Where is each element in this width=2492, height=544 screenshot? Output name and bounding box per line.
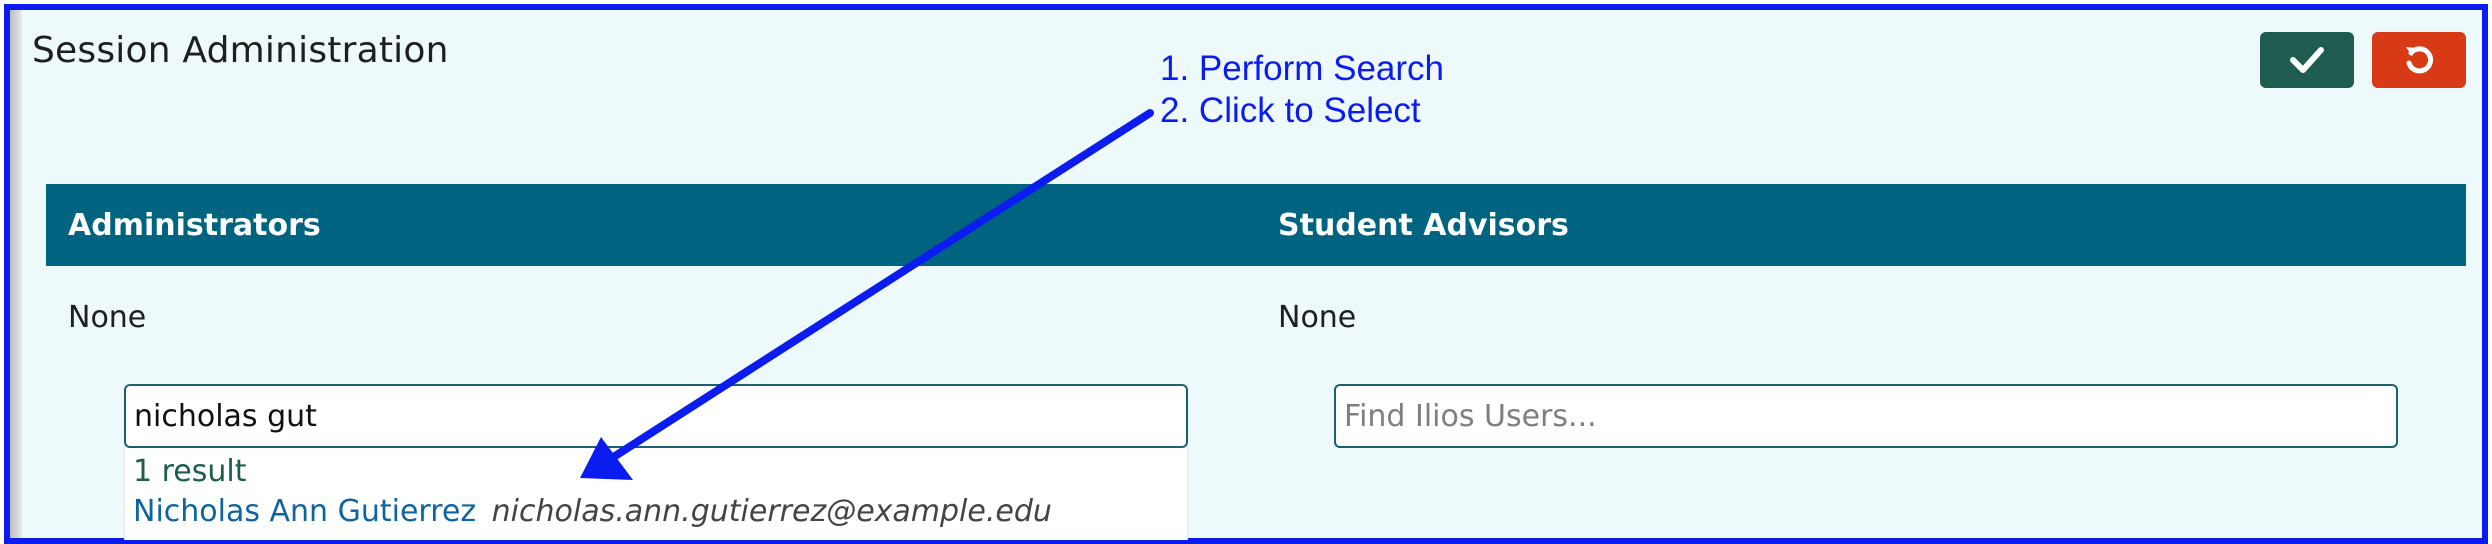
check-icon [2290,47,2324,73]
search-results-dropdown: 1 result Nicholas Ann Gutierrez nicholas… [124,448,1188,540]
section-header-bar: Administrators Student Advisors [46,184,2466,266]
undo-icon [2406,46,2434,74]
annotation-text: 1. Perform Search 2. Click to Select [1160,48,1444,132]
save-button[interactable] [2260,32,2354,88]
annotation-step-2: 2. Click to Select [1160,91,1421,130]
result-count: 1 result [133,454,247,489]
result-name[interactable]: Nicholas Ann Gutierrez [133,494,476,529]
annotation-step-1: 1. Perform Search [1160,49,1444,88]
result-email: nicholas.ann.gutierrez@example.edu [491,494,1052,529]
search-result-item[interactable]: Nicholas Ann Gutierrez nicholas.ann.guti… [133,494,1052,529]
cancel-button[interactable] [2372,32,2466,88]
student-advisors-value: None [1278,300,1357,335]
student-advisors-header: Student Advisors [1278,208,1569,243]
student-advisors-search-input[interactable] [1334,384,2398,448]
administrators-value: None [68,300,147,335]
administrators-search-input[interactable] [124,384,1188,448]
administrators-header: Administrators [68,208,321,243]
page-title: Session Administration [32,30,449,71]
